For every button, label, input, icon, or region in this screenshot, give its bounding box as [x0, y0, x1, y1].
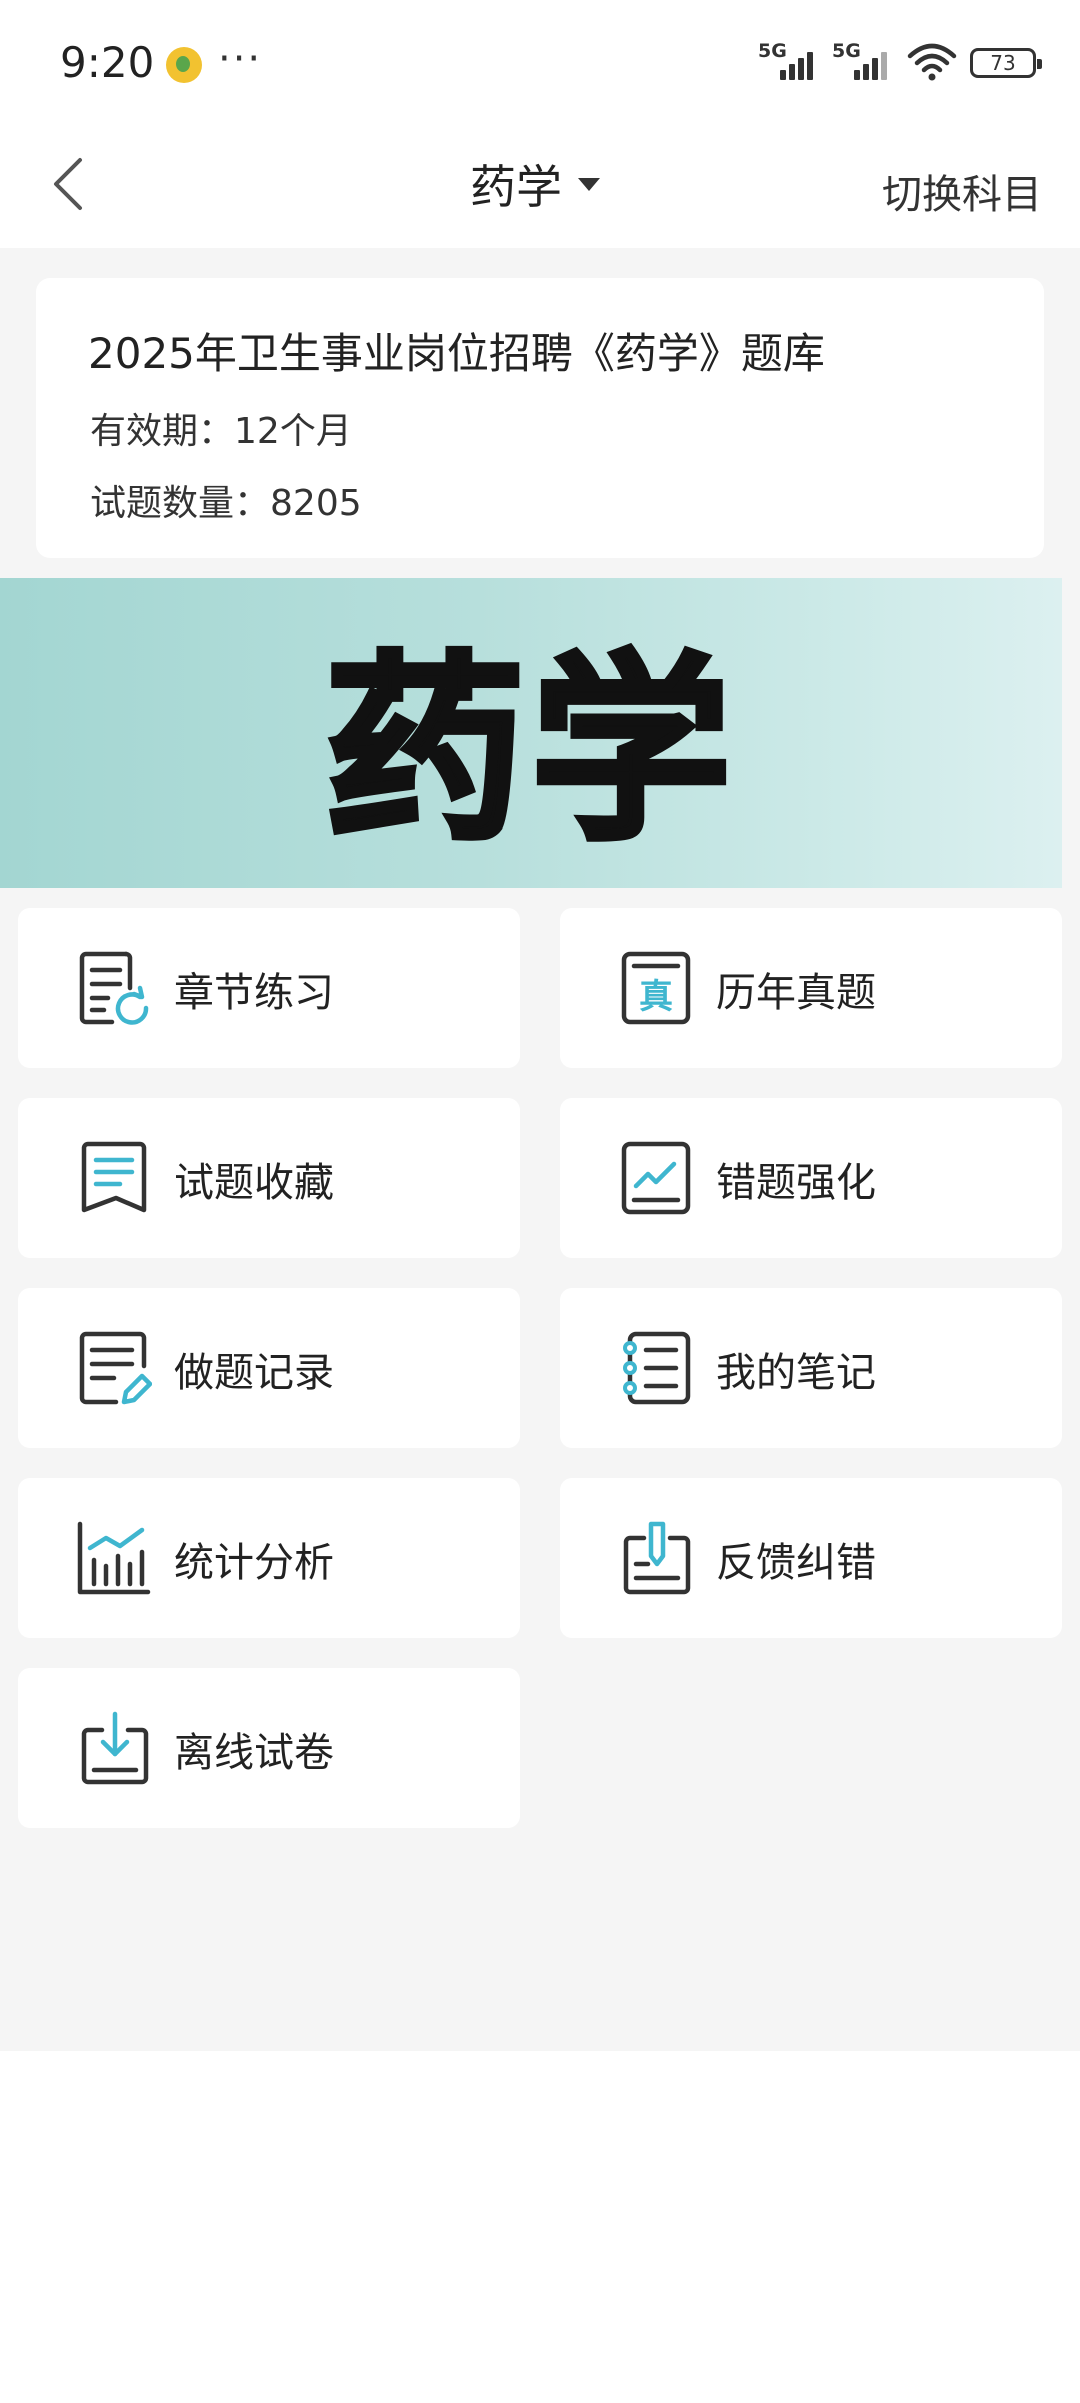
navigation-bar: 药学 切换科目: [0, 120, 1080, 248]
validity-value: 12个月: [234, 411, 352, 452]
question-bank-info-card: 2025年卫生事业岗位招聘《药学》题库 有效期：12个月 试题数量：8205: [36, 278, 1044, 558]
validity-row: 有效期：12个月: [90, 402, 352, 454]
menu-item-statistics[interactable]: 统计分析: [18, 1478, 520, 1638]
mistake-chart-icon: [621, 1141, 691, 1215]
validity-label: 有效期：: [90, 411, 235, 452]
menu-item-label: 离线试卷: [174, 1730, 334, 1776]
status-indicators: 5G 5G 73: [758, 40, 1042, 82]
back-arrow-icon[interactable]: [40, 148, 112, 220]
menu-item-feedback[interactable]: 反馈纠错: [560, 1478, 1062, 1638]
status-bar: 9:20 ··· 5G 5G 73: [0, 0, 1080, 120]
battery-icon: 73: [970, 48, 1042, 78]
page-title: 药学: [470, 160, 562, 214]
past-exams-icon: 真: [621, 951, 691, 1025]
question-count-row: 试题数量：8205: [90, 474, 362, 526]
download-icon: [81, 1711, 149, 1785]
statistics-icon: [77, 1521, 151, 1595]
cellular-signal-icon: 5G: [832, 40, 894, 82]
record-edit-icon: [79, 1331, 152, 1405]
more-notifications-icon: ···: [218, 36, 263, 82]
menu-item-chapter-practice[interactable]: 章节练习: [18, 908, 520, 1068]
menu-item-my-notes[interactable]: 我的笔记: [560, 1288, 1062, 1448]
status-time: 9:20: [60, 38, 155, 87]
menu-item-label: 错题强化: [716, 1160, 876, 1206]
menu-item-mistake-review[interactable]: 错题强化: [560, 1098, 1062, 1258]
menu-item-label: 做题记录: [174, 1350, 334, 1396]
menu-item-label: 反馈纠错: [716, 1540, 876, 1586]
wifi-icon: [907, 43, 957, 81]
subject-selector[interactable]: 药学: [470, 148, 600, 220]
question-bank-title: 2025年卫生事业岗位招聘《药学》题库: [88, 329, 825, 378]
feedback-icon: [623, 1521, 691, 1595]
cellular-signal-icon: 5G: [758, 40, 820, 82]
menu-item-label: 我的笔记: [716, 1350, 876, 1396]
menu-item-favorites[interactable]: 试题收藏: [18, 1098, 520, 1258]
signal-type-label: 5G: [832, 40, 861, 62]
svg-text:真: 真: [639, 977, 673, 1017]
bookmark-icon: [81, 1141, 147, 1213]
menu-item-label: 试题收藏: [174, 1160, 334, 1206]
notebook-icon: [623, 1331, 691, 1405]
menu-item-label: 统计分析: [174, 1540, 334, 1586]
banner-title: 药学: [322, 632, 737, 871]
question-count-value: 8205: [270, 483, 362, 524]
main-content: 2025年卫生事业岗位招聘《药学》题库 有效期：12个月 试题数量：8205 药…: [0, 248, 1080, 2051]
menu-item-offline-papers[interactable]: 离线试卷: [18, 1668, 520, 1828]
chapter-practice-icon: [79, 951, 149, 1025]
menu-item-past-exams[interactable]: 真 历年真题: [560, 908, 1062, 1068]
subject-banner: 药学: [0, 578, 1062, 888]
menu-item-label: 历年真题: [716, 970, 876, 1016]
caret-down-icon: [578, 177, 600, 191]
signal-type-label: 5G: [758, 40, 787, 62]
switch-subject-button[interactable]: 切换科目: [882, 162, 1042, 220]
question-count-label: 试题数量：: [90, 483, 271, 524]
menu-item-practice-records[interactable]: 做题记录: [18, 1288, 520, 1448]
menu-item-label: 章节练习: [174, 970, 334, 1016]
app-notification-icon: [166, 47, 202, 83]
